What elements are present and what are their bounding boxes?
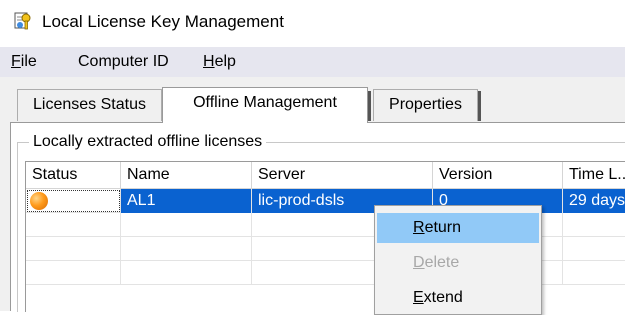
group-title: Locally extracted offline licenses	[29, 131, 267, 153]
table-header: Status Name Server Version Time L...	[26, 162, 625, 189]
row-context-menu: Return Delete Extend	[374, 205, 542, 315]
tab-licenses-status[interactable]: Licenses Status	[17, 89, 162, 121]
orange-status-dot-icon	[30, 192, 48, 210]
menu-file-label: ile	[20, 53, 37, 70]
status-cell	[26, 189, 121, 213]
window-title: Local License Key Management	[42, 12, 284, 31]
tab-offline-management[interactable]: Offline Management	[162, 87, 368, 123]
menu-bar: File Computer ID Help	[0, 47, 625, 77]
menu-computer-id-label: Computer ID	[78, 53, 169, 70]
menu-item-extend-label: xtend	[423, 289, 463, 306]
tab-separator	[368, 91, 371, 121]
menu-item-delete: Delete	[377, 248, 539, 278]
menu-computer-id[interactable]: Computer ID	[78, 51, 169, 73]
menu-item-delete-label: elete	[424, 254, 460, 271]
menu-item-extend[interactable]: Extend	[377, 283, 539, 313]
column-version[interactable]: Version	[433, 162, 563, 188]
time-left-cell: 29 days ...	[563, 189, 625, 213]
menu-help-label: elp	[214, 53, 236, 70]
menu-help-mnemonic: H	[203, 53, 215, 70]
name-cell: AL1	[121, 189, 252, 213]
column-server[interactable]: Server	[252, 162, 433, 188]
menu-file-mnemonic: F	[11, 53, 21, 70]
menu-item-return-label: eturn	[424, 219, 462, 236]
column-status[interactable]: Status	[26, 162, 121, 188]
column-name[interactable]: Name	[121, 162, 252, 188]
license-key-app-icon	[14, 12, 31, 30]
menu-file[interactable]: File	[11, 51, 37, 73]
menu-item-return-mnemonic: R	[413, 219, 425, 236]
column-time-left[interactable]: Time L...	[563, 162, 625, 188]
menu-help[interactable]: Help	[203, 51, 236, 73]
menu-item-extend-mnemonic: E	[413, 289, 424, 306]
tab-properties[interactable]: Properties	[373, 89, 478, 121]
menu-item-return[interactable]: Return	[377, 213, 539, 243]
title-bar: Local License Key Management	[0, 0, 625, 44]
tab-separator	[478, 91, 481, 121]
menu-item-delete-mnemonic: D	[413, 254, 425, 271]
